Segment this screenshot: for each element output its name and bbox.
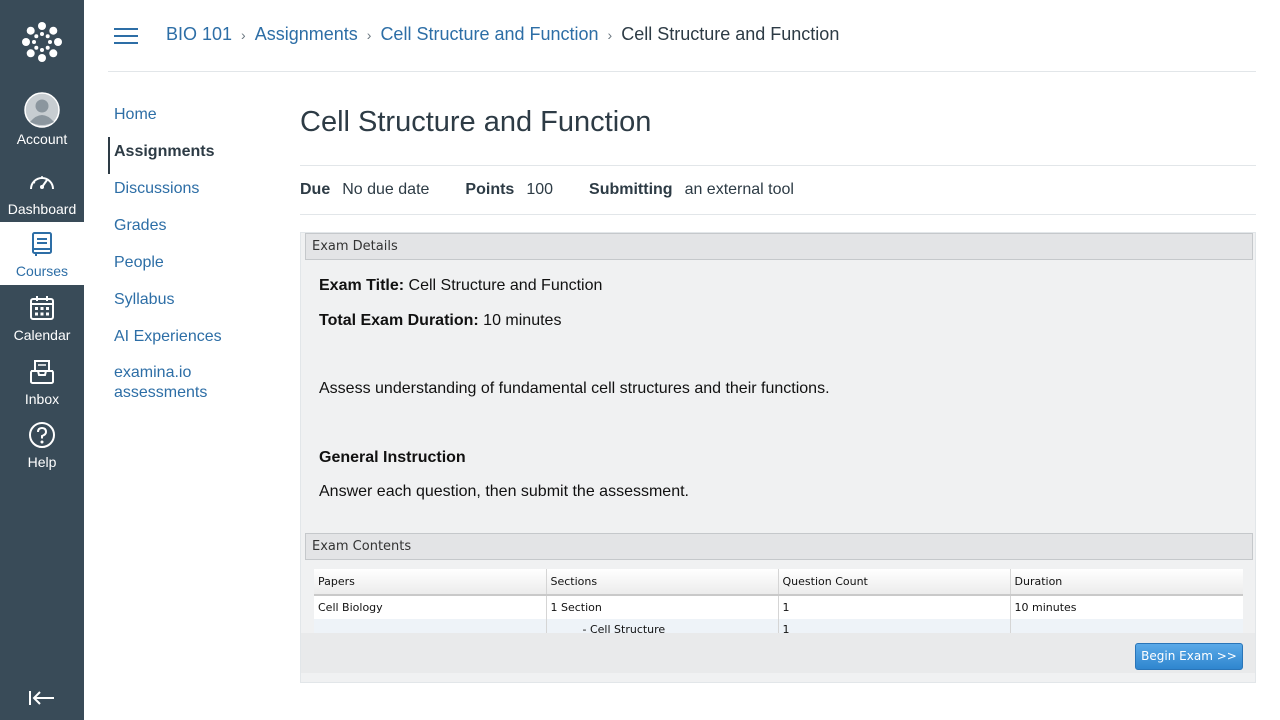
course-nav-ai-experiences[interactable]: AI Experiences	[108, 322, 268, 359]
collapse-nav-button[interactable]	[0, 678, 84, 718]
exam-footer-bar: Begin Exam >>	[301, 633, 1255, 673]
global-nav-inbox-label: Inbox	[24, 391, 60, 407]
canvas-logo-icon[interactable]	[0, 0, 84, 84]
table-row: - Cell Structure 1	[314, 619, 1243, 633]
global-nav-calendar-label: Calendar	[13, 327, 71, 343]
exam-description: Assess understanding of fundamental cell…	[319, 380, 830, 397]
general-instruction-text: Answer each question, then submit the as…	[319, 483, 689, 500]
table-row: Cell Biology 1 Section 1 10 minutes	[314, 595, 1243, 619]
page-title: Cell Structure and Function	[300, 106, 652, 138]
table-cell: 1 Section	[545, 595, 778, 619]
exam-contents-table-viewport: Papers Sections Question Count Duration …	[314, 569, 1243, 633]
global-nav-courses-label: Courses	[15, 263, 69, 279]
begin-exam-button[interactable]: Begin Exam >>	[1135, 643, 1243, 670]
due-label: Due	[300, 181, 331, 198]
global-nav-account-label: Account	[16, 131, 68, 147]
table-cell: 10 minutes	[1009, 595, 1243, 619]
course-menu-toggle-icon[interactable]	[114, 24, 138, 48]
course-nav-grades[interactable]: Grades	[108, 211, 268, 248]
table-cell: 1	[777, 619, 1010, 633]
exam-duration-label: Total Exam Duration:	[319, 312, 479, 329]
exam-details-header: Exam Details	[305, 233, 1253, 260]
global-nav-calendar[interactable]: Calendar	[0, 286, 84, 349]
table-header-row: Papers Sections Question Count Duration	[314, 569, 1243, 596]
account-avatar-icon	[24, 92, 60, 128]
course-nav-discussions[interactable]: Discussions	[108, 174, 268, 211]
column-header-papers: Papers	[314, 569, 546, 596]
course-nav-examina-assessments[interactable]: examina.io assessments	[108, 359, 238, 403]
calendar-icon	[26, 292, 58, 324]
exam-duration-row: Total Exam Duration: 10 minutes	[319, 312, 561, 330]
exam-title-value: Cell Structure and Function	[408, 277, 603, 294]
column-header-question-count: Question Count	[777, 569, 1010, 596]
exam-title-row: Exam Title: Cell Structure and Function	[319, 277, 602, 295]
collapse-arrow-icon	[29, 691, 54, 705]
breadcrumb-chevron-icon: ›	[241, 26, 246, 43]
course-nav-people[interactable]: People	[108, 248, 268, 285]
table-cell: Cell Biology	[314, 595, 546, 619]
points-label: Points	[465, 181, 515, 198]
table-cell	[1009, 619, 1243, 633]
assignment-meta-bar: Due No due date Points 100 Submitting an…	[300, 165, 1256, 215]
global-nav-dashboard[interactable]: Dashboard	[0, 160, 84, 223]
courses-book-icon	[26, 228, 58, 260]
app-root: Account Dashboard Courses Calendar Inbox…	[0, 0, 1280, 720]
breadcrumb-chevron-icon: ›	[366, 26, 372, 43]
table-cell: - Cell Structure	[545, 619, 778, 633]
breadcrumb-chevron-icon: ›	[607, 26, 613, 43]
exam-contents-header: Exam Contents	[305, 533, 1253, 560]
course-nav-home[interactable]: Home	[108, 100, 268, 137]
global-nav: Account Dashboard Courses Calendar Inbox…	[0, 0, 84, 720]
submitting-value: an external tool	[684, 181, 794, 198]
table-cell: 1	[777, 595, 1010, 619]
page-header: BIO 101 › Assignments › Cell Structure a…	[108, 0, 1256, 72]
exam-title-label: Exam Title:	[319, 277, 405, 294]
global-nav-help-label: Help	[27, 454, 57, 470]
dashboard-gauge-icon	[26, 166, 58, 198]
global-nav-dashboard-label: Dashboard	[7, 201, 77, 217]
exam-contents-table: Papers Sections Question Count Duration …	[314, 569, 1243, 633]
submitting-label: Submitting	[589, 181, 673, 198]
help-icon	[26, 419, 58, 451]
breadcrumb-assignment-link[interactable]: Cell Structure and Function	[380, 24, 598, 45]
points-value: 100	[526, 181, 554, 198]
inbox-icon	[26, 356, 58, 388]
breadcrumb-current: Cell Structure and Function	[621, 24, 840, 44]
global-nav-inbox[interactable]: Inbox	[0, 350, 84, 413]
general-instruction-heading: General Instruction	[319, 449, 466, 466]
course-nav-syllabus[interactable]: Syllabus	[108, 285, 268, 322]
breadcrumb-assignments-link[interactable]: Assignments	[255, 24, 358, 45]
breadcrumb: BIO 101 › Assignments › Cell Structure a…	[166, 24, 839, 45]
global-nav-account[interactable]: Account	[0, 86, 84, 150]
course-nav-assignments[interactable]: Assignments	[108, 137, 268, 174]
table-cell	[314, 619, 546, 633]
global-nav-courses[interactable]: Courses	[0, 222, 84, 285]
exam-duration-value: 10 minutes	[483, 312, 562, 329]
column-header-sections: Sections	[545, 569, 778, 596]
external-tool-frame: Exam Details Exam Title: Cell Structure …	[300, 232, 1256, 683]
course-nav: Home Assignments Discussions Grades Peop…	[108, 100, 268, 403]
global-nav-help[interactable]: Help	[0, 413, 84, 476]
column-header-duration: Duration	[1009, 569, 1243, 596]
breadcrumb-course-link[interactable]: BIO 101	[166, 24, 232, 45]
due-value: No due date	[342, 181, 430, 198]
